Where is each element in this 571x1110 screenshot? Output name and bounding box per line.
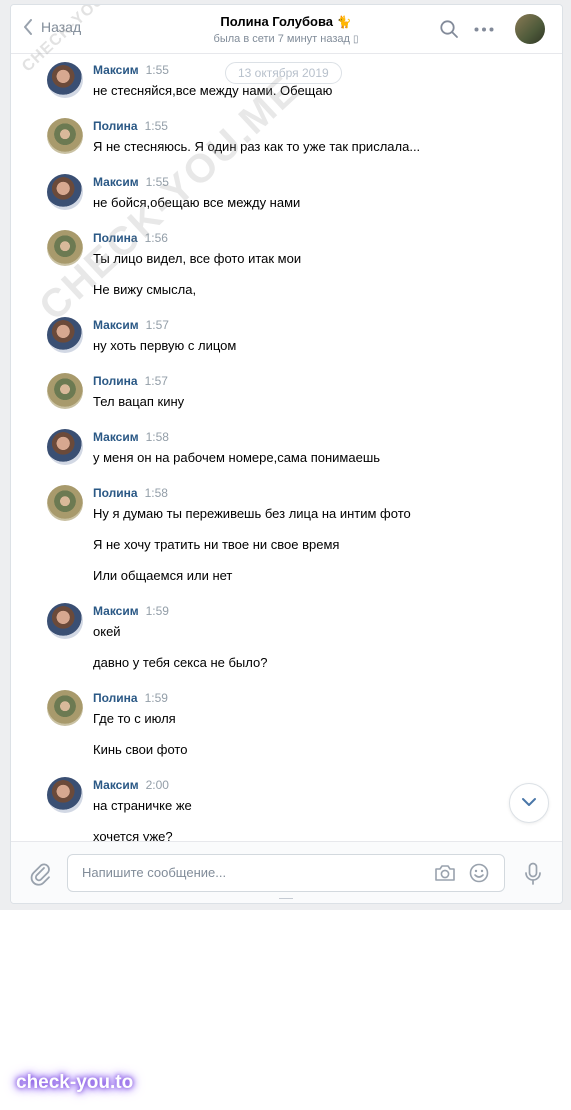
chevron-left-icon [24, 19, 32, 35]
message-time[interactable]: 2:00 [146, 778, 169, 792]
back-label: Назад [41, 19, 82, 35]
message-author[interactable]: Полина [93, 231, 138, 245]
message-header: Полина 1:56 [93, 231, 168, 245]
camera-icon[interactable] [434, 864, 456, 882]
message-text: Где то с июля [93, 711, 176, 726]
message-text: у меня он на рабочем номере,сама понимае… [93, 450, 381, 465]
message-time[interactable]: 1:55 [145, 119, 168, 133]
message-text: Или общаемся или нет [93, 568, 233, 583]
message-time[interactable]: 1:56 [145, 231, 168, 245]
message-text: Ты лицо видел, все фото итак мои [93, 251, 302, 266]
avatar[interactable] [47, 230, 83, 266]
message-input-box [67, 854, 505, 892]
message-text: не бойся,обещаю все между нами [93, 195, 301, 210]
message-time[interactable]: 1:57 [145, 374, 168, 388]
message-author[interactable]: Полина [93, 691, 138, 705]
date-divider: 13 октября 2019 [225, 62, 342, 84]
avatar[interactable] [47, 317, 83, 353]
last-seen-text: была в сети 7 минут назад [213, 33, 350, 45]
message-author[interactable]: Полина [93, 486, 138, 500]
message-composer [11, 841, 562, 903]
avatar[interactable] [47, 118, 83, 154]
avatar[interactable] [47, 174, 83, 210]
message-author[interactable]: Полина [93, 119, 138, 133]
avatar[interactable] [47, 690, 83, 726]
contact-avatar[interactable] [515, 14, 545, 44]
message-header: Максим 1:57 [93, 318, 169, 332]
message-header: Полина 1:59 [93, 691, 168, 705]
message-author[interactable]: Максим [93, 318, 139, 332]
message-history[interactable]: 13 октября 2019 Максим 1:55 не стесняйся,в… [11, 54, 562, 842]
message-header: Максим 2:00 [93, 778, 169, 792]
resize-handle[interactable] [279, 898, 293, 903]
chat-title-area[interactable]: Полина Голубова 🐈 была в сети 7 минут на… [161, 14, 411, 45]
message-author[interactable]: Максим [93, 604, 139, 618]
smile-icon[interactable] [469, 863, 489, 883]
avatar[interactable] [47, 62, 83, 98]
message-text: Ну я думаю ты переживешь без лица на инт… [93, 506, 411, 521]
message-author[interactable]: Полина [93, 374, 138, 388]
search-icon[interactable] [439, 19, 459, 39]
contact-status: была в сети 7 минут назад ▯ [161, 33, 411, 45]
message-author[interactable]: Максим [93, 175, 139, 189]
chevron-down-icon [522, 798, 536, 806]
message-header: Полина 1:55 [93, 119, 168, 133]
brand-watermark: check-you.to [16, 1072, 134, 1093]
page-background: Назад Полина Голубова 🐈 была в сети 7 ми… [0, 0, 571, 910]
message-text: Я не хочу тратить ни твое ни свое время [93, 537, 340, 552]
message-author[interactable]: Максим [93, 778, 139, 792]
message-text: ну хоть первую с лицом [93, 338, 237, 353]
contact-name: Полина Голубова 🐈 [161, 14, 411, 29]
chat-window: Назад Полина Голубова 🐈 была в сети 7 ми… [10, 4, 563, 904]
avatar[interactable] [47, 373, 83, 409]
message-input[interactable] [80, 864, 414, 881]
message-header: Полина 1:57 [93, 374, 168, 388]
message-time[interactable]: 1:57 [146, 318, 169, 332]
message-time[interactable]: 1:59 [146, 604, 169, 618]
message-header: Максим 1:58 [93, 430, 169, 444]
message-text: Не вижу смысла, [93, 282, 197, 297]
message-text: Я не стесняюсь. Я один раз как то уже та… [93, 139, 421, 154]
contact-name-text: Полина Голубова [220, 14, 333, 29]
message-time[interactable]: 1:55 [146, 175, 169, 189]
avatar[interactable] [47, 777, 83, 813]
message-header: Максим 1:55 [93, 63, 169, 77]
message-time[interactable]: 1:58 [145, 486, 168, 500]
message-time[interactable]: 1:59 [145, 691, 168, 705]
message-text: Кинь свои фото [93, 742, 188, 757]
message-time[interactable]: 1:58 [146, 430, 169, 444]
avatar[interactable] [47, 429, 83, 465]
chat-header: Назад Полина Голубова 🐈 была в сети 7 ми… [11, 5, 562, 54]
paperclip-icon[interactable] [29, 862, 51, 886]
mobile-icon: ▯ [352, 34, 359, 45]
message-text: на страничке же [93, 798, 192, 813]
microphone-icon[interactable] [524, 862, 542, 886]
message-text: окей [93, 624, 121, 639]
back-button[interactable]: Назад [23, 19, 81, 35]
message-text: не стесняйся,все между нами. Обещаю [93, 83, 333, 98]
message-header: Максим 1:55 [93, 175, 169, 189]
avatar[interactable] [47, 603, 83, 639]
message-author[interactable]: Максим [93, 430, 139, 444]
message-text: давно у тебя секса не было? [93, 655, 268, 670]
message-header: Полина 1:58 [93, 486, 168, 500]
message-author[interactable]: Максим [93, 63, 139, 77]
message-header: Максим 1:59 [93, 604, 169, 618]
avatar[interactable] [47, 485, 83, 521]
message-text: Тел вацап кину [93, 394, 185, 409]
message-time[interactable]: 1:55 [146, 63, 169, 77]
scroll-to-bottom-button[interactable] [509, 783, 549, 823]
more-horizontal-icon[interactable] [474, 27, 494, 32]
cat-emoji: 🐈 [336, 15, 352, 29]
